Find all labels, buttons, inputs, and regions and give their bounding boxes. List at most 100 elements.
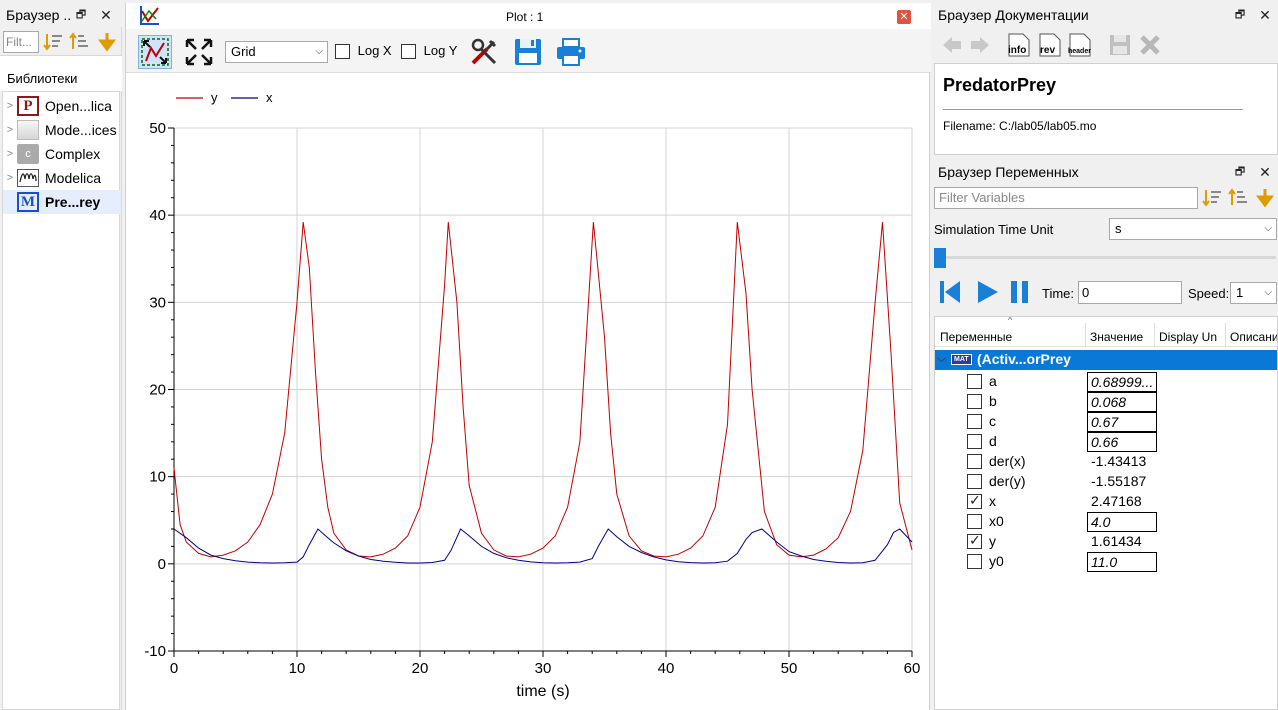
doc-model-name: PredatorPrey — [943, 75, 1057, 95]
variable-row[interactable]: der(x) -1.43413 — [935, 452, 1277, 472]
grid-combo[interactable]: Grid ⌵ — [225, 41, 328, 63]
arrow-down-icon[interactable] — [96, 31, 118, 53]
arrow-down-icon[interactable] — [1254, 187, 1276, 209]
fit-in-view-icon[interactable] — [138, 35, 172, 69]
sort-ascending-icon[interactable] — [1201, 187, 1223, 209]
complex-c-icon: c — [17, 144, 39, 164]
variable-checkbox[interactable] — [967, 532, 982, 549]
variable-row[interactable]: a 0.68999... — [935, 372, 1277, 392]
model-m-icon: M — [17, 192, 39, 212]
variable-checkbox[interactable] — [967, 474, 982, 489]
variable-checkbox[interactable] — [967, 434, 982, 449]
close-icon[interactable]: ✕ — [1254, 3, 1276, 27]
modelica-logo-icon — [17, 168, 39, 188]
pause-icon[interactable] — [1008, 279, 1032, 305]
sim-time-unit-label: Simulation Time Unit — [934, 222, 1054, 237]
speed-combo[interactable]: 1 ⌵ — [1230, 282, 1277, 304]
variable-value-input[interactable]: 11.0 — [1087, 552, 1157, 572]
doc-browser-title: Браузер Документации — [938, 7, 1089, 23]
log-x-checkbox[interactable] — [335, 44, 350, 60]
print-icon[interactable] — [554, 35, 588, 69]
variable-value-input[interactable]: 0.68999... — [1087, 372, 1157, 392]
variable-checkbox[interactable] — [967, 374, 982, 389]
column-header-display-unit[interactable]: Display Un — [1159, 330, 1217, 344]
doc-divider — [943, 109, 1243, 110]
library-filter-placeholder: Filt... — [6, 35, 32, 49]
variable-checkbox[interactable] — [967, 394, 982, 409]
variable-row[interactable]: d 0.66 — [935, 432, 1277, 452]
variable-name: d — [989, 433, 997, 449]
library-browser-panel: Браузер .. 🗗 ✕ Filt... Библиотеки > P Op… — [0, 3, 122, 710]
variable-value-input[interactable]: 0.068 — [1087, 392, 1157, 412]
float-icon[interactable]: 🗗 — [1229, 3, 1251, 27]
variables-header: ^ Переменные Значение Display Un Описани — [935, 317, 1277, 347]
column-header-variables[interactable]: Переменные — [940, 330, 1012, 344]
legend-label-y[interactable]: y — [211, 90, 218, 105]
setup-tools-icon[interactable] — [467, 35, 501, 69]
header-icon[interactable]: header — [1066, 31, 1094, 59]
sort-descending-icon[interactable] — [1227, 187, 1249, 209]
variable-checkbox[interactable] — [967, 514, 982, 529]
library-item-complex[interactable]: > c Complex — [3, 142, 121, 166]
filter-variables-input[interactable]: Filter Variables — [934, 187, 1198, 209]
variable-checkbox[interactable] — [967, 454, 982, 469]
library-filter-input[interactable]: Filt... — [3, 31, 39, 53]
variable-value-input[interactable]: 4.0 — [1087, 512, 1157, 532]
float-icon[interactable]: 🗗 — [70, 3, 92, 27]
discard-x-icon[interactable] — [1136, 31, 1164, 59]
play-icon[interactable] — [976, 279, 1000, 305]
svg-text:info: info — [1008, 45, 1026, 56]
column-header-description[interactable]: Описани — [1230, 330, 1277, 344]
plot-close-icon[interactable]: ✕ — [897, 10, 911, 24]
chevron-down-icon: ⌵ — [315, 46, 323, 57]
library-item-openmodelica[interactable]: > P Open...lica — [3, 94, 121, 118]
expand-arrow-icon[interactable]: > — [3, 172, 17, 184]
variable-checkbox[interactable] — [967, 414, 982, 429]
close-icon[interactable]: ✕ — [1254, 160, 1276, 184]
log-y-checkbox[interactable] — [401, 44, 416, 60]
variable-row[interactable]: y0 11.0 — [935, 552, 1277, 572]
log-y-toggle[interactable]: Log Y — [401, 43, 457, 60]
variables-root-row[interactable]: ⌵ MAT (Activ...orPrey — [935, 350, 1277, 370]
variable-checkbox[interactable] — [967, 554, 982, 569]
sort-descending-icon[interactable] — [68, 31, 90, 53]
plot-area[interactable]: 0 10 20 30 40 50 60-1001020304050time (s)y x — [126, 73, 931, 710]
time-slider-handle[interactable] — [934, 248, 946, 268]
time-input[interactable]: 0 — [1078, 281, 1182, 304]
library-item-modelica-devices[interactable]: > Mode...ices — [3, 118, 121, 142]
save-icon[interactable] — [511, 35, 545, 69]
log-x-toggle[interactable]: Log X — [335, 43, 392, 60]
expand-arrow-icon[interactable]: > — [3, 148, 17, 160]
x-tick-label: 40 — [658, 660, 675, 677]
column-header-value[interactable]: Значение — [1090, 330, 1143, 344]
variable-row[interactable]: b 0.068 — [935, 392, 1277, 412]
variable-value-input[interactable]: 0.66 — [1087, 432, 1157, 452]
variable-row[interactable]: y 1.61434 — [935, 532, 1277, 552]
library-item-modelica[interactable]: > Modelica — [3, 166, 121, 190]
info-icon[interactable]: info — [1005, 31, 1033, 59]
zoom-expand-icon[interactable] — [182, 35, 216, 69]
rewind-icon[interactable] — [938, 279, 962, 305]
library-item-predatorprey[interactable]: M Pre...rey — [3, 190, 121, 214]
revisions-icon[interactable]: rev — [1036, 31, 1064, 59]
legend-label-x[interactable]: x — [266, 90, 273, 105]
time-slider-track[interactable] — [934, 256, 1276, 259]
x-tick-label: 20 — [412, 660, 429, 677]
variable-row[interactable]: x 2.47168 — [935, 492, 1277, 512]
save-disabled-icon[interactable] — [1106, 31, 1134, 59]
float-icon[interactable]: 🗗 — [1229, 160, 1251, 184]
variable-row[interactable]: x0 4.0 — [935, 512, 1277, 532]
forward-arrow-icon[interactable] — [966, 31, 994, 59]
sim-time-unit-combo[interactable]: s ⌵ — [1109, 218, 1277, 240]
variable-checkbox[interactable] — [967, 492, 982, 509]
expand-arrow-icon[interactable]: > — [3, 100, 17, 112]
variable-value-input[interactable]: 0.67 — [1087, 412, 1157, 432]
variable-row[interactable]: der(y) -1.55187 — [935, 472, 1277, 492]
variable-name: y — [989, 533, 996, 549]
back-arrow-icon[interactable] — [938, 31, 966, 59]
close-icon[interactable]: ✕ — [95, 3, 117, 27]
chevron-down-icon[interactable]: ⌵ — [937, 351, 946, 366]
expand-arrow-icon[interactable]: > — [3, 124, 17, 136]
sort-ascending-icon[interactable] — [42, 31, 64, 53]
variable-row[interactable]: c 0.67 — [935, 412, 1277, 432]
